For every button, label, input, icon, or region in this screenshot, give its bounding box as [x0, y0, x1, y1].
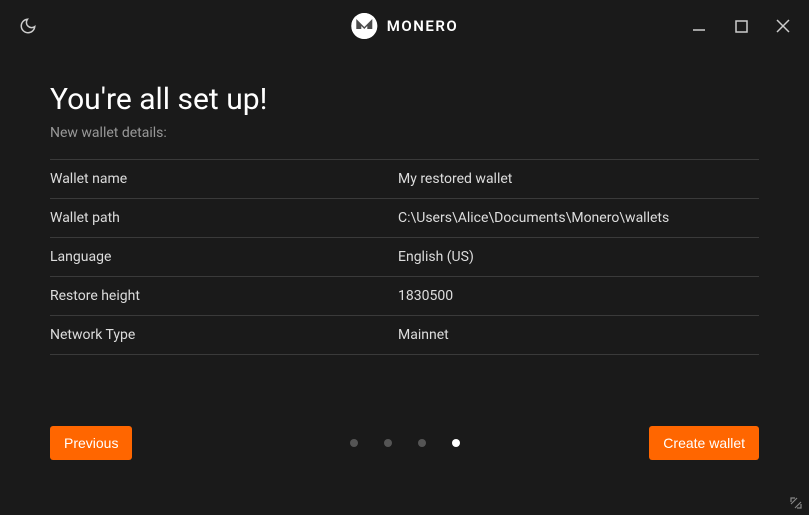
detail-label: Wallet path [50, 210, 398, 226]
pagination-dot[interactable] [418, 439, 426, 447]
close-button[interactable] [775, 18, 791, 34]
minimize-icon [692, 19, 706, 33]
monero-logo-icon [351, 13, 377, 39]
close-icon [776, 19, 790, 33]
main-content: You're all set up! New wallet details: W… [0, 52, 809, 355]
create-wallet-button[interactable]: Create wallet [649, 426, 759, 460]
titlebar: MONERO [0, 0, 809, 52]
resize-handle[interactable] [789, 495, 803, 509]
titlebar-title-group: MONERO [351, 13, 458, 39]
pagination-dot[interactable] [350, 439, 358, 447]
maximize-button[interactable] [733, 18, 749, 34]
detail-label: Network Type [50, 327, 398, 343]
detail-value: C:\Users\Alice\Documents\Monero\wallets [398, 210, 759, 226]
detail-label: Language [50, 249, 398, 265]
pagination-dots [350, 439, 460, 447]
detail-label: Restore height [50, 288, 398, 304]
theme-toggle-button[interactable] [18, 16, 38, 36]
previous-button[interactable]: Previous [50, 426, 132, 460]
detail-row-wallet-name: Wallet name My restored wallet [50, 159, 759, 199]
detail-value: My restored wallet [398, 171, 759, 187]
pagination-dot-active[interactable] [452, 439, 460, 447]
detail-row-network-type: Network Type Mainnet [50, 316, 759, 355]
footer: Previous Create wallet [50, 426, 759, 460]
detail-value: English (US) [398, 249, 759, 265]
minimize-button[interactable] [691, 18, 707, 34]
page-heading: You're all set up! [50, 82, 759, 117]
app-title: MONERO [387, 17, 458, 35]
detail-row-language: Language English (US) [50, 238, 759, 277]
detail-value: 1830500 [398, 288, 759, 304]
pagination-dot[interactable] [384, 439, 392, 447]
maximize-icon [735, 20, 748, 33]
wallet-details-table: Wallet name My restored wallet Wallet pa… [50, 159, 759, 355]
moon-icon [19, 17, 37, 35]
window-controls [691, 18, 791, 34]
page-subheading: New wallet details: [50, 125, 759, 141]
detail-label: Wallet name [50, 171, 398, 187]
detail-row-restore-height: Restore height 1830500 [50, 277, 759, 316]
detail-row-wallet-path: Wallet path C:\Users\Alice\Documents\Mon… [50, 199, 759, 238]
resize-icon [789, 496, 803, 510]
detail-value: Mainnet [398, 327, 759, 343]
